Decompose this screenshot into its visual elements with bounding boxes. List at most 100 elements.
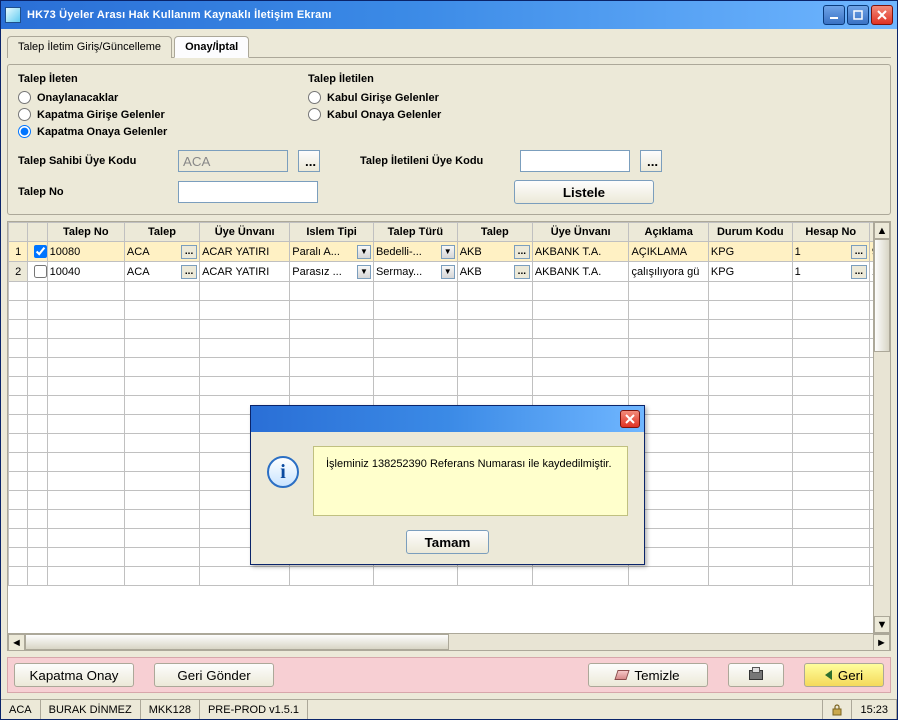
cell-talep-no[interactable]: 10080 — [47, 242, 124, 262]
table-row[interactable]: 2 10040ACA...ACAR YATIRIParasız ...▼Serma… — [9, 262, 891, 282]
scroll-right-icon[interactable]: ► — [873, 634, 890, 651]
tab-onay-iptal[interactable]: Onay/İptal — [174, 36, 249, 58]
temizle-button[interactable]: Temizle — [588, 663, 708, 687]
row-checkbox[interactable] — [34, 265, 47, 278]
cell-durum-kodu[interactable]: KPG — [708, 242, 792, 262]
cell-talep2[interactable]: AKB... — [457, 262, 532, 282]
col-talep-no[interactable]: Talep No — [47, 223, 124, 242]
window-title: HK73 Üyeler Arası Hak Kullanım Kaynaklı … — [27, 9, 823, 21]
cell-talep-turu[interactable]: Sermay...▼ — [373, 262, 457, 282]
radio-kabul-girise-input[interactable] — [308, 91, 321, 104]
radio-kabul-onaya-input[interactable] — [308, 108, 321, 121]
window-buttons — [823, 5, 893, 25]
chevron-down-icon[interactable]: ▼ — [441, 245, 455, 259]
row-checkbox-cell[interactable] — [28, 262, 47, 282]
listele-button[interactable]: Listele — [514, 180, 654, 204]
cell-talep-turu[interactable]: Bedelli-...▼ — [373, 242, 457, 262]
scroll-down-icon[interactable]: ▼ — [874, 616, 890, 633]
cell-talep1[interactable]: ACA... — [124, 262, 199, 282]
col-durum-kodu[interactable]: Durum Kodu — [708, 223, 792, 242]
cell-aciklama[interactable]: AÇIKLAMA — [629, 242, 708, 262]
ellipsis-icon[interactable]: ... — [514, 265, 530, 279]
cell-islem-tipi[interactable]: Parasız ...▼ — [290, 262, 374, 282]
table-row-empty — [9, 282, 891, 301]
talep-no-input[interactable] — [178, 181, 318, 203]
grid-vertical-scrollbar[interactable]: ▲ ▼ — [873, 222, 890, 633]
status-time: 15:23 — [852, 700, 897, 719]
row-header[interactable]: 1 — [9, 242, 28, 262]
grid-horizontal-scrollbar[interactable]: ◄ ► — [8, 633, 890, 650]
scroll-left-icon[interactable]: ◄ — [8, 634, 25, 651]
cell-talep-no[interactable]: 10040 — [47, 262, 124, 282]
close-button[interactable] — [871, 5, 893, 25]
row-checkbox[interactable] — [34, 245, 47, 258]
col-talep1[interactable]: Talep — [124, 223, 199, 242]
col-uye-unvani2[interactable]: Üye Ünvanı — [532, 223, 629, 242]
col-aciklama[interactable]: Açıklama — [629, 223, 708, 242]
maximize-button[interactable] — [847, 5, 869, 25]
table-row-empty — [9, 320, 891, 339]
dialog-close-button[interactable] — [620, 410, 640, 428]
talep-iletileni-input[interactable] — [520, 150, 630, 172]
scroll-up-icon[interactable]: ▲ — [874, 222, 890, 239]
tab-talep-iletim[interactable]: Talep İletim Giriş/Güncelleme — [7, 36, 172, 58]
status-mkk: MKK128 — [141, 700, 200, 719]
ellipsis-icon[interactable]: ... — [181, 265, 197, 279]
row-header[interactable]: 2 — [9, 262, 28, 282]
content-area: Talep İletim Giriş/Güncelleme Onay/İptal… — [1, 29, 897, 699]
talep-iletileni-lookup-button[interactable]: ... — [640, 150, 662, 172]
chevron-down-icon[interactable]: ▼ — [357, 245, 371, 259]
print-button[interactable] — [728, 663, 784, 687]
chevron-down-icon[interactable]: ▼ — [441, 265, 455, 279]
talep-iletilen-title: Talep İletilen — [308, 73, 441, 85]
col-talep-turu[interactable]: Talep Türü — [373, 223, 457, 242]
talep-sahibi-label: Talep Sahibi Üye Kodu — [18, 155, 168, 167]
ellipsis-icon[interactable]: ... — [851, 265, 867, 279]
row-checkbox-cell[interactable] — [28, 242, 47, 262]
cell-uye-unvani1[interactable]: ACAR YATIRI — [200, 242, 290, 262]
radio-kapatma-girise[interactable]: Kapatma Girişe Gelenler — [18, 108, 268, 121]
cell-aciklama[interactable]: çalışılıyora gü — [629, 262, 708, 282]
col-islem-tipi[interactable]: Islem Tipi — [290, 223, 374, 242]
title-bar: HK73 Üyeler Arası Hak Kullanım Kaynaklı … — [1, 1, 897, 29]
dialog-ok-button[interactable]: Tamam — [406, 530, 490, 554]
cell-talep2[interactable]: AKB... — [457, 242, 532, 262]
cell-uye-unvani1[interactable]: ACAR YATIRI — [200, 262, 290, 282]
ellipsis-icon[interactable]: ... — [514, 245, 530, 259]
ellipsis-icon[interactable]: ... — [851, 245, 867, 259]
app-icon — [5, 7, 21, 23]
cell-durum-kodu[interactable]: KPG — [708, 262, 792, 282]
cell-hesap-no[interactable]: 1... — [792, 262, 869, 282]
dialog-message: İşleminiz 138252390 Referans Numarası il… — [313, 446, 628, 516]
col-talep2[interactable]: Talep — [457, 223, 532, 242]
status-version: PRE-PROD v1.5.1 — [200, 700, 308, 719]
col-hesap-no[interactable]: Hesap No — [792, 223, 869, 242]
grid-header-row: Talep No Talep Üye Ünvanı Islem Tipi Tal… — [9, 223, 891, 242]
ellipsis-icon[interactable]: ... — [181, 245, 197, 259]
radio-kapatma-onaya[interactable]: Kapatma Onaya Gelenler — [18, 125, 268, 138]
kapatma-onay-button[interactable]: Kapatma Onay — [14, 663, 134, 687]
cell-talep1[interactable]: ACA... — [124, 242, 199, 262]
info-icon: i — [267, 456, 299, 488]
table-row[interactable]: 1 10080ACA...ACAR YATIRIParalı A...▼Bedel… — [9, 242, 891, 262]
cell-islem-tipi[interactable]: Paralı A...▼ — [290, 242, 374, 262]
cell-uye-unvani2[interactable]: AKBANK T.A. — [532, 242, 629, 262]
status-aca: ACA — [1, 700, 41, 719]
geri-gonder-button[interactable]: Geri Gönder — [154, 663, 274, 687]
cell-hesap-no[interactable]: 1... — [792, 242, 869, 262]
radio-kapatma-girise-input[interactable] — [18, 108, 31, 121]
radio-kapatma-onaya-input[interactable] — [18, 125, 31, 138]
col-uye-unvani1[interactable]: Üye Ünvanı — [200, 223, 290, 242]
minimize-button[interactable] — [823, 5, 845, 25]
talep-sahibi-lookup-button[interactable]: ... — [298, 150, 320, 172]
geri-button[interactable]: Geri — [804, 663, 884, 687]
radio-kabul-girise[interactable]: Kabul Girişe Gelenler — [308, 91, 441, 104]
radio-kabul-onaya[interactable]: Kabul Onaya Gelenler — [308, 108, 441, 121]
table-row-empty — [9, 358, 891, 377]
radio-onaylanacaklar-input[interactable] — [18, 91, 31, 104]
radio-onaylanacaklar[interactable]: Onaylanacaklar — [18, 91, 268, 104]
talep-no-label: Talep No — [18, 186, 168, 198]
cell-uye-unvani2[interactable]: AKBANK T.A. — [532, 262, 629, 282]
table-row-empty — [9, 377, 891, 396]
chevron-down-icon[interactable]: ▼ — [357, 265, 371, 279]
